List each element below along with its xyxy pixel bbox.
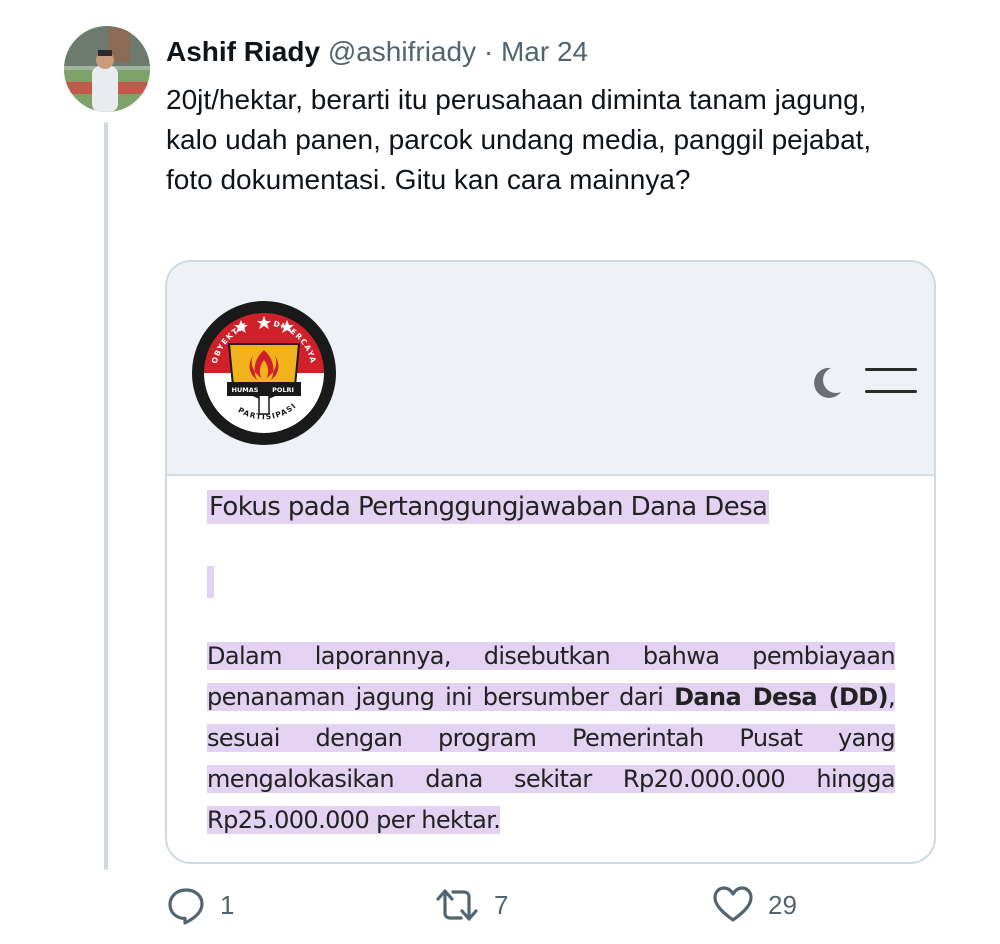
- avatar[interactable]: [64, 26, 150, 112]
- author-handle[interactable]: @ashifriady: [328, 36, 476, 67]
- reply-icon: [168, 888, 204, 925]
- tweet-text: 20jt/hektar, berarti itu perusahaan dimi…: [166, 84, 872, 195]
- retweet-count: 7: [494, 889, 509, 920]
- highlight-mark: [207, 566, 214, 598]
- article-body: Dalam laporannya, disebutkan bahwa pembi…: [207, 636, 896, 841]
- article-title: Fokus pada Pertanggungjawaban Dana Desa: [207, 490, 770, 524]
- tweet-actions: 1 7 29: [0, 880, 1000, 930]
- moon-icon[interactable]: [807, 362, 847, 402]
- logo-banner-right: POLRI: [272, 386, 294, 394]
- avatar-photo: [64, 26, 150, 112]
- thread-line: [104, 122, 108, 870]
- separator: ·: [483, 36, 494, 67]
- retweet-icon: [436, 889, 478, 921]
- hamburger-menu-icon[interactable]: [865, 366, 917, 396]
- heart-icon: [713, 886, 753, 922]
- card-header: OBYEKTIF DIPERCAYA PARTISIPASI HUMAS POL…: [167, 262, 934, 476]
- author-name[interactable]: Ashif Riady: [166, 36, 320, 67]
- like-count: 29: [768, 889, 797, 920]
- reply-button[interactable]: 1: [166, 880, 234, 930]
- body-text-bold: Dana Desa (DD): [674, 683, 888, 711]
- humas-polri-logo: OBYEKTIF DIPERCAYA PARTISIPASI HUMAS POL…: [192, 301, 336, 445]
- tweet-date[interactable]: Mar 24: [501, 36, 588, 67]
- retweet-button[interactable]: 7: [434, 880, 508, 930]
- logo-banner-left: HUMAS: [232, 386, 259, 394]
- like-button[interactable]: 29: [712, 880, 797, 930]
- reply-count: 1: [220, 889, 235, 920]
- tweet-header: Ashif Riady @ashifriady · Mar 24: [166, 34, 588, 70]
- link-card[interactable]: OBYEKTIF DIPERCAYA PARTISIPASI HUMAS POL…: [165, 260, 936, 864]
